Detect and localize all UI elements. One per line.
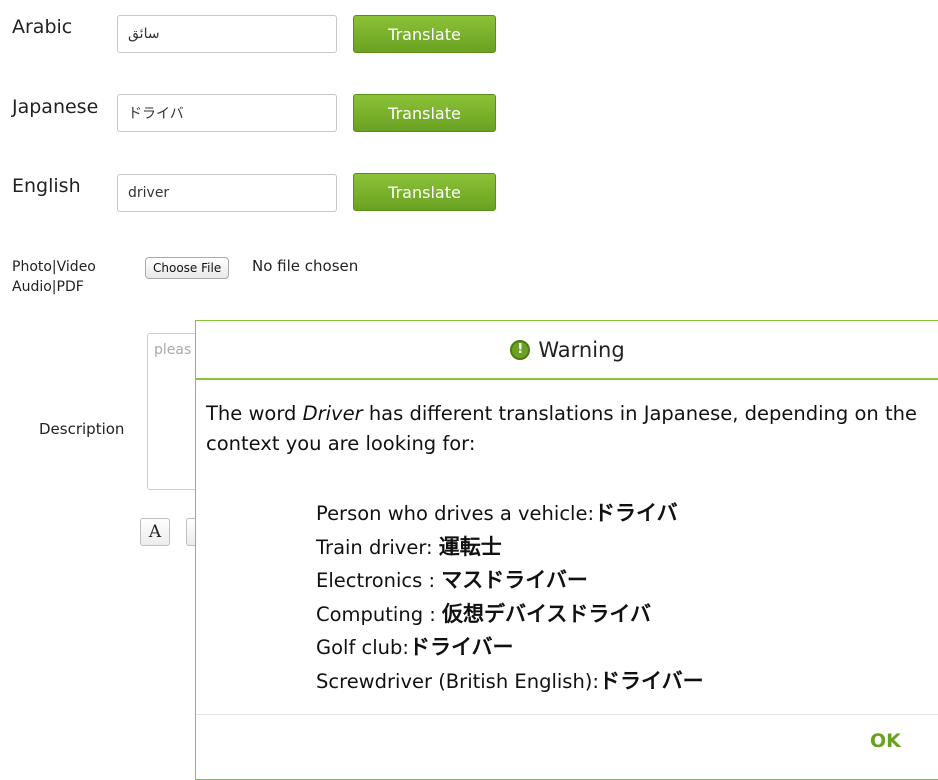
context-label: Train driver:	[316, 535, 439, 559]
context-item: Train driver: 運転士	[316, 531, 704, 565]
translate-arabic-button[interactable]: Translate	[353, 15, 496, 53]
context-item: Screwdriver (British English):ドライバー	[316, 665, 704, 699]
ok-button[interactable]: OK	[866, 726, 905, 756]
arabic-input[interactable]	[117, 15, 337, 53]
dialog-header: ! Warning	[196, 321, 938, 380]
dialog-title: Warning	[538, 337, 625, 362]
choose-file-button[interactable]: Choose File	[145, 257, 230, 279]
context-term: ドライバー	[408, 635, 514, 659]
japanese-input[interactable]	[117, 94, 337, 132]
english-input[interactable]	[117, 174, 337, 212]
media-label-line1: Photo|Video	[12, 259, 96, 275]
media-type-label: Photo|Video Audio|PDF	[12, 257, 96, 297]
warning-dialog: ! Warning The word Driver has different …	[195, 320, 938, 780]
dialog-divider	[196, 714, 938, 715]
context-label: Electronics :	[316, 569, 442, 592]
message-word: Driver	[302, 402, 363, 425]
context-item: Computing : 仮想デバイスドライバ	[316, 598, 704, 632]
japanese-label: Japanese	[12, 96, 99, 118]
message-prefix: The word	[206, 402, 303, 425]
context-label: Screwdriver (British English):	[316, 669, 599, 693]
context-label: Computing :	[316, 602, 443, 626]
context-term: ドライバ	[594, 501, 678, 525]
context-item: Golf club:ドライバー	[316, 631, 704, 665]
english-label: English	[12, 175, 81, 197]
dialog-message: The word Driver has different translatio…	[206, 399, 938, 459]
file-status-text: No file chosen	[252, 257, 359, 275]
context-item: Person who drives a vehicle:ドライバ	[316, 497, 704, 531]
context-term: 仮想デバイスドライバ	[442, 601, 651, 626]
translate-japanese-button[interactable]: Translate	[353, 94, 496, 132]
media-label-line2: Audio|PDF	[12, 279, 84, 295]
exclamation-icon: !	[510, 339, 531, 360]
description-label: Description	[39, 420, 125, 438]
context-term: 運転士	[438, 534, 502, 559]
context-term: マスドライバー	[441, 568, 588, 592]
translate-english-button[interactable]: Translate	[353, 173, 496, 211]
context-term: ドライバー	[599, 668, 704, 693]
context-label: Golf club:	[316, 636, 409, 659]
context-item: Electronics : マスドライバー	[316, 564, 704, 598]
font-format-button[interactable]: A	[140, 518, 170, 546]
context-list: Person who drives a vehicle:ドライバ Train d…	[316, 497, 704, 698]
context-label: Person who drives a vehicle:	[316, 502, 595, 525]
arabic-label: Arabic	[12, 16, 73, 38]
